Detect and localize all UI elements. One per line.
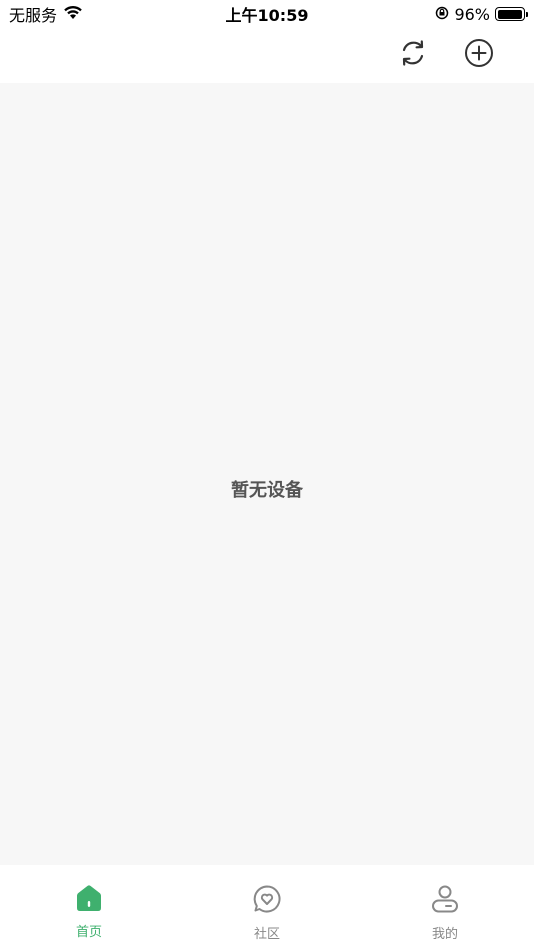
battery-cap — [526, 12, 528, 17]
tab-bar: 首页 社区 我的 — [0, 865, 534, 950]
tab-community-label: 社区 — [253, 927, 280, 942]
user-icon — [430, 884, 460, 918]
carrier-label: 无服务 — [9, 6, 58, 25]
orientation-lock-icon — [435, 5, 449, 24]
battery-percent: 96% — [454, 4, 490, 24]
tab-home[interactable]: 首页 — [0, 865, 178, 950]
add-device-button[interactable] — [461, 37, 497, 73]
status-left: 无服务 — [9, 2, 83, 26]
battery-icon — [495, 7, 528, 21]
battery-fill — [497, 9, 522, 19]
refresh-button[interactable] — [395, 37, 431, 73]
empty-state-message: 暂无设备 — [231, 480, 303, 501]
device-list-area: 暂无设备 — [0, 83, 534, 865]
status-right: 96% — [435, 4, 528, 24]
tab-profile-label: 我的 — [431, 927, 458, 942]
tab-home-label: 首页 — [75, 925, 102, 940]
heart-bubble-icon — [252, 884, 282, 918]
wifi-icon — [63, 5, 83, 24]
plus-circle-icon — [464, 38, 494, 72]
status-bar: 无服务 上午10:59 96% — [0, 0, 534, 28]
app-screen: 无服务 上午10:59 96% 暂无设备 首页 社区 我的 — [0, 0, 534, 950]
refresh-icon — [398, 38, 428, 72]
home-icon — [74, 884, 104, 916]
tab-profile[interactable]: 我的 — [356, 865, 534, 950]
nav-bar — [0, 28, 534, 83]
tab-community[interactable]: 社区 — [178, 865, 356, 950]
